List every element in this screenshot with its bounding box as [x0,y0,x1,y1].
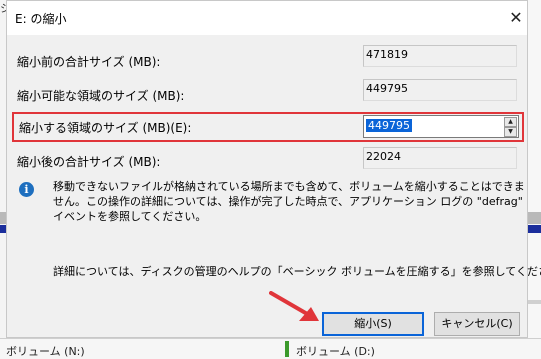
pointer-arrow-icon [269,291,319,321]
background-disk-band-right-blue [528,225,541,233]
background-disk-band-right [528,212,541,224]
background-volume-d[interactable]: ボリューム (D:) [296,343,375,359]
background-volume-marker [285,341,289,357]
total-size-after-value: 22024 [363,147,517,169]
info-message: 移動できないファイルが格納されている場所までも含めて、ボリュームを縮小することは… [53,180,525,223]
shrink-button[interactable]: 縮小(S) [322,312,424,336]
info-icon: i [19,182,34,197]
dialog-titlebar[interactable]: E: の縮小 ✕ [7,1,527,35]
total-size-after-label: 縮小後の合計サイズ (MB): [17,155,161,169]
cancel-button[interactable]: キャンセル(C) [434,312,520,336]
shrink-dialog: E: の縮小 ✕ 縮小前の合計サイズ (MB): 471819 縮小可能な領域の… [6,0,541,338]
background-disk-band-right-gray [528,300,541,304]
shrinkable-size-value: 449795 [363,79,517,101]
help-message: 詳細については、ディスクの管理のヘルプの「ベーシック ボリュームを圧縮する」を参… [53,265,541,278]
total-size-before-value: 471819 [363,45,517,67]
background-volume-bar: ボリューム (N:) ボリューム (D:) [0,338,541,359]
background-window-right [528,0,541,358]
shrink-amount-input[interactable]: 449795 [366,119,412,132]
close-button[interactable]: ✕ [505,7,527,29]
shrink-amount-label: 縮小する領域のサイズ (MB)(E): [19,121,192,135]
spin-down-button[interactable]: ▼ [504,127,517,137]
shrinkable-size-label: 縮小可能な領域のサイズ (MB): [17,89,185,103]
total-size-before-label: 縮小前の合計サイズ (MB): [17,55,161,69]
shrink-amount-spinbox[interactable]: 449795 ▲ ▼ [363,115,519,138]
dialog-title: E: の縮小 [15,12,67,26]
spin-up-button[interactable]: ▲ [504,117,517,127]
background-volume-n[interactable]: ボリューム (N:) [6,343,85,359]
